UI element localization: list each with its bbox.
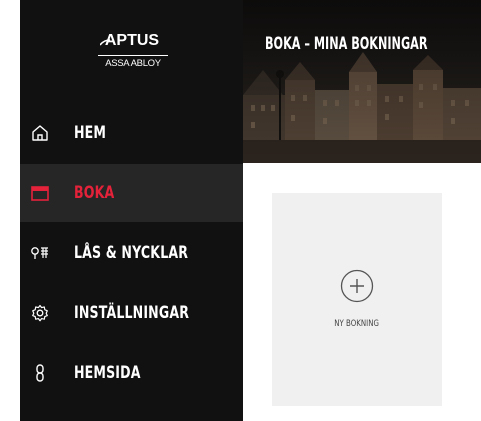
sidebar-item-hem[interactable]: HEM <box>20 104 243 162</box>
sidebar: APTUS ASSA ABLOY HEM BOKA LÅS & NYCKLAR … <box>20 0 243 421</box>
sidebar-item-label: INSTÄLLNINGAR <box>74 303 190 323</box>
home-icon <box>32 125 48 141</box>
page-title: BOKA – MINA BOKNINGAR <box>265 34 428 54</box>
page-header: BOKA – MINA BOKNINGAR <box>243 0 481 163</box>
sidebar-item-label: HEMSIDA <box>74 363 141 383</box>
sidebar-item-label: BOKA <box>74 183 115 203</box>
logo-sub-text: ASSA ABLOY <box>105 58 161 69</box>
plus-circle-icon <box>340 269 374 303</box>
app-window: APTUS ASSA ABLOY HEM BOKA LÅS & NYCKLAR … <box>0 0 481 421</box>
new-booking-label-text: NY BOKNING <box>334 319 380 329</box>
header-background-photo <box>243 0 481 163</box>
aptus-logo: APTUS ASSA ABLOY <box>20 0 243 100</box>
calendar-icon <box>31 186 49 201</box>
link-icon <box>36 364 44 382</box>
logo-divider <box>98 55 168 56</box>
sidebar-item-label: LÅS & NYCKLAR <box>74 243 189 263</box>
new-booking-card[interactable]: NY BOKNING <box>272 193 442 406</box>
sidebar-item-installningar[interactable]: INSTÄLLNINGAR <box>20 284 243 342</box>
sidebar-item-las-nycklar[interactable]: LÅS & NYCKLAR <box>20 224 243 282</box>
logo-main-text: APTUS <box>104 32 160 49</box>
new-booking-label: NY BOKNING <box>272 319 442 329</box>
sidebar-item-boka[interactable]: BOKA <box>20 164 243 222</box>
sidebar-item-label: HEM <box>74 123 107 143</box>
gear-icon <box>32 304 48 322</box>
sidebar-item-hemsida[interactable]: HEMSIDA <box>20 344 243 402</box>
key-lock-icon <box>31 247 48 259</box>
